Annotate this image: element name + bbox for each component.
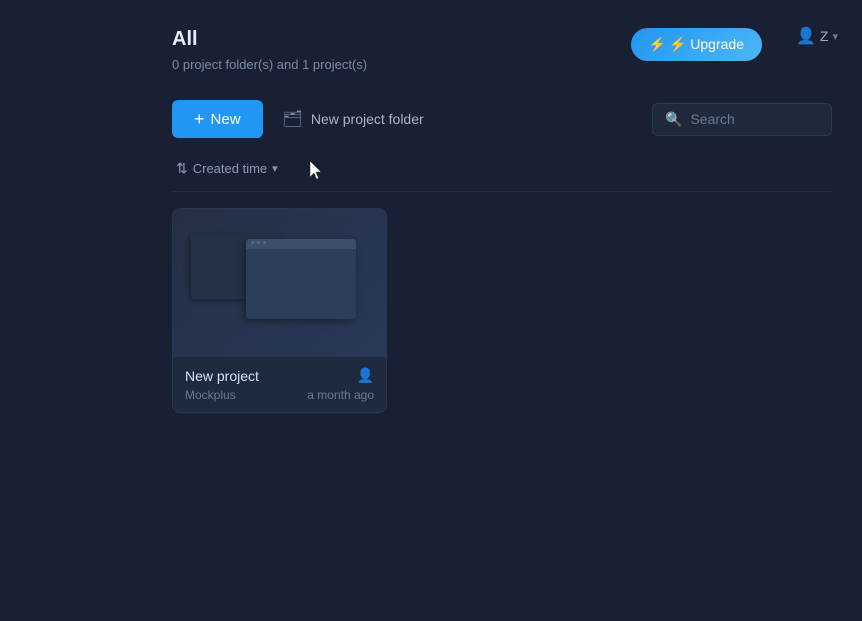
sort-chevron-icon: ▾	[272, 162, 278, 175]
new-button-label: New	[211, 111, 241, 128]
plus-icon: +	[194, 110, 205, 128]
new-folder-button[interactable]: 🗂 New project folder	[279, 103, 428, 135]
card-name: New project	[185, 368, 259, 384]
browser-dot-3	[263, 241, 266, 244]
subtitle: 0 project folder(s) and 1 project(s)	[172, 57, 832, 72]
page-title: All	[172, 28, 832, 51]
cards-grid: New project 👤 Mockplus a month ago	[172, 208, 832, 413]
card-owner: Mockplus	[185, 388, 236, 402]
browser-mockup	[246, 239, 356, 319]
new-folder-label: New project folder	[311, 111, 424, 127]
new-button[interactable]: + New	[172, 100, 263, 138]
browser-dots	[251, 241, 266, 244]
sort-bar: ⇅ Created time ▾	[172, 158, 832, 192]
card-meta-row: Mockplus a month ago	[185, 388, 374, 402]
browser-dot-1	[251, 241, 254, 244]
card-user-icon: 👤	[357, 367, 374, 384]
project-card[interactable]: New project 👤 Mockplus a month ago	[172, 208, 387, 413]
sort-label: Created time	[193, 161, 267, 176]
folder-icon: 🗂	[283, 109, 303, 129]
search-box: 🔍	[652, 103, 832, 136]
card-info: New project 👤 Mockplus a month ago	[173, 357, 386, 412]
sort-button[interactable]: ⇅ Created time ▾	[172, 158, 282, 179]
toolbar: + New 🗂 New project folder 🔍	[172, 100, 832, 138]
card-thumbnail	[173, 209, 386, 357]
search-input[interactable]	[690, 111, 819, 127]
search-icon: 🔍	[665, 111, 682, 128]
browser-dot-2	[257, 241, 260, 244]
sort-icon: ⇅	[176, 160, 188, 177]
card-time: a month ago	[307, 388, 374, 402]
card-info-row: New project 👤	[185, 367, 374, 384]
